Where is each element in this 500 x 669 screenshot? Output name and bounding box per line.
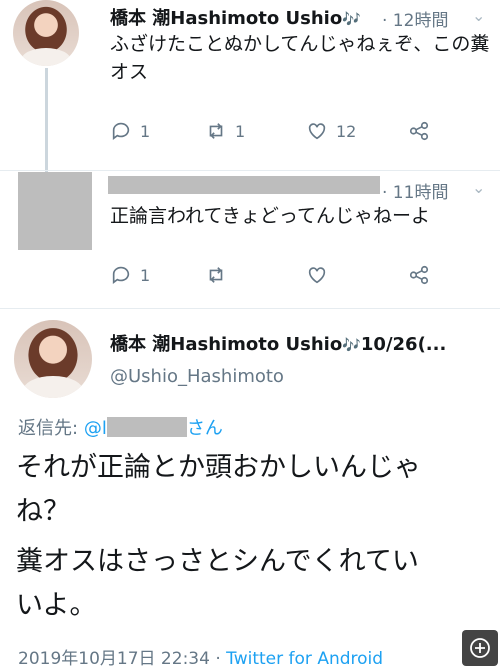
like-button[interactable]: 12 — [306, 120, 356, 142]
redacted-handle — [106, 417, 187, 437]
retweet-button[interactable]: 1 — [205, 120, 245, 142]
reply-to-line: 返信先: @l さん — [18, 417, 223, 439]
author-name[interactable]: 橋本 潮Hashimoto Ushio🎶 — [110, 4, 361, 30]
avatar[interactable] — [13, 0, 79, 66]
share-button[interactable] — [408, 120, 430, 142]
thread-line — [45, 68, 48, 172]
tweet-body: それが正論とか頭おかしいんじゃ ね？ 糞オスはさっさとシんでくれてい いよ。 — [16, 452, 421, 621]
like-button[interactable] — [306, 264, 328, 286]
retweet-icon — [209, 123, 223, 139]
reply-icon — [112, 122, 130, 140]
avatar[interactable] — [14, 320, 92, 398]
reply-button[interactable]: 1 — [110, 264, 150, 286]
heart-icon — [308, 267, 326, 284]
music-emoji-icon: 🎶 — [342, 336, 361, 354]
share-icon — [409, 121, 429, 141]
reply-button[interactable]: 1 — [110, 120, 150, 142]
reply-to-suffix: さん — [186, 418, 223, 439]
tweet-meta: 2019年10月17日 22:34 · Twitter for Android — [18, 649, 384, 669]
heart-icon — [308, 123, 326, 140]
tweet-divider — [0, 308, 500, 309]
reply-to-handle[interactable]: @l — [84, 418, 107, 439]
author-name[interactable]: 橋本 潮Hashimoto Ushio🎶10/26(... — [110, 330, 446, 356]
tweet-text: 正論言われてきょどってんじゃねーよ — [110, 205, 430, 227]
tweet-source[interactable]: Twitter for Android — [226, 649, 383, 669]
tweet-text: ふざけたことぬかしてんじゃねぇぞ、この糞オス — [110, 33, 490, 83]
tweet-divider — [0, 170, 500, 171]
tweet-time[interactable]: · 12時間 — [382, 6, 448, 31]
chevron-down-icon[interactable]: ⌄ — [472, 178, 485, 197]
reply-icon — [112, 266, 130, 284]
tweet-time[interactable]: · 11時間 — [382, 178, 448, 203]
redacted-name — [108, 176, 380, 194]
chevron-down-icon[interactable]: ⌄ — [472, 6, 485, 25]
redacted-avatar — [18, 172, 92, 250]
share-icon — [409, 265, 429, 285]
author-handle[interactable]: @Ushio_Hashimoto — [110, 366, 284, 387]
retweet-button[interactable] — [205, 264, 227, 286]
music-emoji-icon: 🎶 — [342, 10, 361, 28]
share-button[interactable] — [408, 264, 430, 286]
zoom-in-button[interactable] — [462, 630, 498, 666]
zoom-in-icon — [470, 638, 490, 658]
tweet-timestamp[interactable]: 2019年10月17日 22:34 — [18, 649, 210, 669]
retweet-icon — [209, 267, 223, 283]
